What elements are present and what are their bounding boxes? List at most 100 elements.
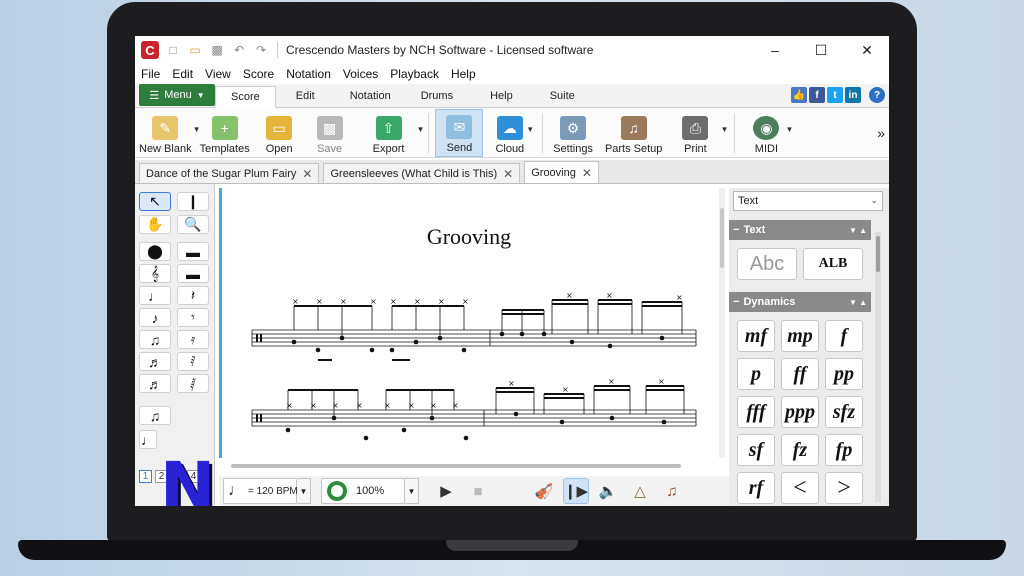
maximize-button[interactable]: ☐: [801, 36, 841, 64]
tab-edit[interactable]: Edit: [276, 85, 335, 107]
conductor-icon[interactable]: ♫: [659, 478, 685, 504]
close-button[interactable]: ✕: [847, 36, 887, 64]
templates-button[interactable]: + Templates: [196, 109, 254, 157]
scrollbar-thumb[interactable]: [720, 208, 724, 268]
dynamic-fz-button[interactable]: fz: [781, 434, 819, 466]
score-vertical-scrollbar[interactable]: [719, 188, 725, 458]
cloud-button[interactable]: ☁ Cloud ▼: [483, 109, 536, 157]
facebook-icon[interactable]: f: [809, 87, 825, 103]
dynamic-sf-button[interactable]: sf: [737, 434, 775, 466]
doc-tab-sugar-plum[interactable]: Dance of the Sugar Plum Fairy ✕: [139, 163, 320, 183]
dynamic-pp-button[interactable]: pp: [825, 358, 863, 390]
hand-pan-icon[interactable]: ✋: [139, 215, 171, 234]
settings-button[interactable]: ⚙ Settings: [549, 109, 597, 157]
lyrics-tool-button[interactable]: ALB: [803, 248, 863, 280]
text-tool-button[interactable]: Abc: [737, 248, 797, 280]
panel-category-select[interactable]: Text ⌄: [733, 191, 883, 211]
dropdown-arrow-icon[interactable]: ▼: [721, 125, 729, 134]
export-button[interactable]: ⇧ Export ▼: [355, 109, 425, 157]
open-folder-icon[interactable]: ▭: [187, 42, 203, 58]
zoom-icon[interactable]: 🔍: [177, 215, 209, 234]
quarter-note-icon[interactable]: ♩: [139, 286, 171, 305]
tempo-field[interactable]: ♩ = 120 BPM: [223, 478, 298, 504]
panel-scrollbar[interactable]: [875, 232, 881, 502]
section-controls-icon[interactable]: ▼ ▲: [849, 226, 867, 235]
app-logo-icon[interactable]: C: [141, 41, 159, 59]
dynamic-mp-button[interactable]: mp: [781, 320, 819, 352]
half-rest-icon[interactable]: ▬: [177, 264, 209, 283]
doc-tab-grooving[interactable]: Grooving ✕: [524, 161, 599, 183]
thirty-second-note-icon[interactable]: ♬: [139, 352, 171, 371]
volume-field[interactable]: 100%: [321, 478, 405, 504]
tab-notation[interactable]: Notation: [335, 85, 406, 107]
volume-dropdown-icon[interactable]: ▼: [405, 478, 419, 504]
tab-score[interactable]: Score: [215, 86, 276, 108]
crescendo-hairpin-button[interactable]: <: [781, 472, 819, 504]
help-icon[interactable]: ?: [869, 87, 885, 103]
dynamic-fp-button[interactable]: fp: [825, 434, 863, 466]
tab-drums[interactable]: Drums: [406, 85, 468, 107]
score-horizontal-scrollbar[interactable]: [231, 464, 681, 468]
sixteenth-note-icon[interactable]: ♫: [139, 330, 171, 349]
dropdown-arrow-icon[interactable]: ▼: [417, 125, 425, 134]
whole-rest-icon[interactable]: ▬: [177, 242, 209, 261]
stop-icon[interactable]: ■: [465, 478, 491, 504]
close-tab-icon[interactable]: ✕: [503, 167, 513, 181]
menu-button[interactable]: ☰ Menu ▼: [139, 84, 215, 106]
text-section-header[interactable]: − Text ▼ ▲: [729, 220, 871, 240]
doc-tab-greensleeves[interactable]: Greensleeves (What Child is This) ✕: [323, 163, 521, 183]
parts-setup-button[interactable]: ♫ Parts Setup: [597, 109, 670, 157]
eighth-note-icon[interactable]: ♪: [139, 308, 171, 327]
grace-note-icon[interactable]: ♩: [139, 430, 157, 449]
redo-icon[interactable]: ↷: [253, 42, 269, 58]
decrescendo-hairpin-button[interactable]: >: [825, 472, 863, 504]
scrollbar-thumb[interactable]: [876, 236, 880, 272]
dynamic-ff-button[interactable]: ff: [781, 358, 819, 390]
beamed-notes-icon[interactable]: ♫: [139, 406, 171, 425]
quarter-rest-icon[interactable]: 𝄽: [177, 286, 209, 305]
send-button[interactable]: ✉ Send: [435, 109, 484, 157]
thirty-second-rest-icon[interactable]: 𝅀: [177, 352, 209, 371]
sixty-fourth-rest-icon[interactable]: 𝅁: [177, 374, 209, 393]
dynamic-p-button[interactable]: p: [737, 358, 775, 390]
menu-score[interactable]: Score: [237, 67, 280, 81]
dynamic-rf-button[interactable]: rf: [737, 472, 775, 504]
like-icon[interactable]: 👍: [791, 87, 807, 103]
sixteenth-rest-icon[interactable]: 𝄿: [177, 330, 209, 349]
more-tools-button[interactable]: »: [873, 109, 889, 157]
select-arrow-icon[interactable]: ↖: [139, 192, 171, 211]
dynamic-fff-button[interactable]: fff: [737, 396, 775, 428]
close-tab-icon[interactable]: ✕: [582, 166, 592, 180]
score-canvas[interactable]: Grooving × × × × × × × × × × × × × × × ×…: [219, 188, 713, 458]
save-button[interactable]: ▩ Save: [305, 109, 355, 157]
text-cursor-icon[interactable]: ❙: [177, 192, 209, 211]
menu-file[interactable]: File: [135, 67, 166, 81]
menu-playback[interactable]: Playback: [384, 67, 445, 81]
menu-help[interactable]: Help: [445, 67, 482, 81]
play-icon[interactable]: ▶: [433, 478, 459, 504]
half-note-icon[interactable]: 𝄞: [139, 264, 171, 283]
menu-edit[interactable]: Edit: [166, 67, 199, 81]
follow-playback-icon[interactable]: ❙▶: [563, 478, 589, 504]
twitter-icon[interactable]: t: [827, 87, 843, 103]
sixty-fourth-note-icon[interactable]: ♬: [139, 374, 171, 393]
midi-button[interactable]: ◉ MIDI ▼: [741, 109, 794, 157]
menu-voices[interactable]: Voices: [337, 67, 384, 81]
eighth-rest-icon[interactable]: 𝄾: [177, 308, 209, 327]
menu-view[interactable]: View: [199, 67, 237, 81]
tempo-dropdown-icon[interactable]: ▼: [297, 478, 311, 504]
save-icon[interactable]: ▩: [209, 42, 225, 58]
open-button[interactable]: ▭ Open: [254, 109, 305, 157]
dropdown-arrow-icon[interactable]: ▼: [526, 125, 534, 134]
dynamic-mf-button[interactable]: mf: [737, 320, 775, 352]
linkedin-icon[interactable]: in: [845, 87, 861, 103]
new-blank-button[interactable]: ✎ New Blank ▼: [135, 109, 201, 157]
close-tab-icon[interactable]: ✕: [302, 167, 312, 181]
instruments-icon[interactable]: 🎻: [531, 478, 557, 504]
dynamics-section-header[interactable]: − Dynamics ▼ ▲: [729, 292, 871, 312]
dynamic-f-button[interactable]: f: [825, 320, 863, 352]
metronome-icon[interactable]: △: [627, 478, 653, 504]
dropdown-arrow-icon[interactable]: ▼: [786, 125, 794, 134]
tab-suite[interactable]: Suite: [535, 85, 590, 107]
palette-page-1[interactable]: 1: [139, 470, 152, 483]
